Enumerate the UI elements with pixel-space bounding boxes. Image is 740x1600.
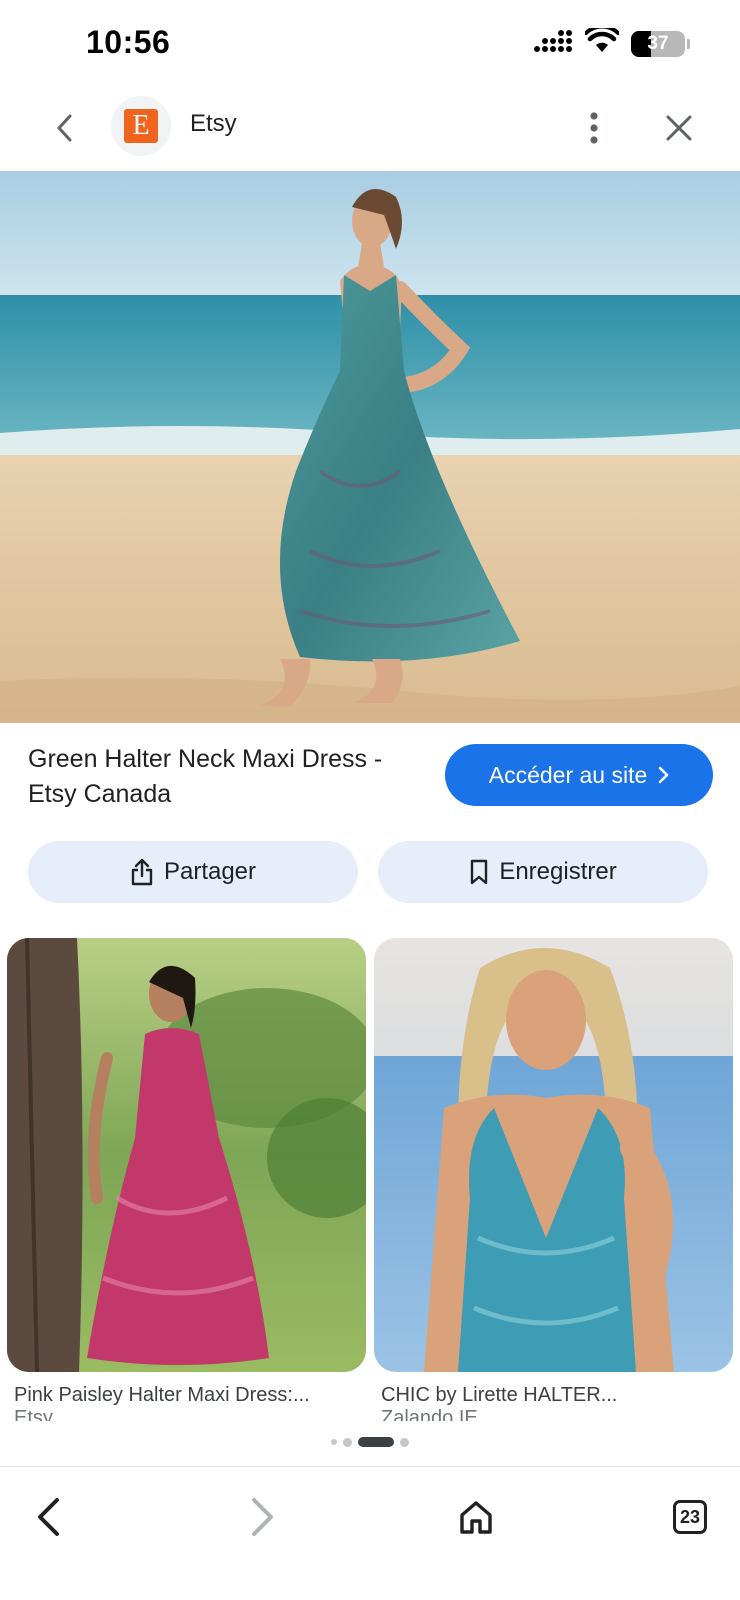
- status-time: 10:56: [86, 24, 171, 60]
- beach-dress-photo: [0, 171, 740, 723]
- nav-tabs-button[interactable]: 23: [660, 1487, 720, 1547]
- battery-nub: [687, 38, 690, 49]
- bookmark-icon: [471, 859, 488, 885]
- wifi-icon: [584, 24, 620, 59]
- result-title[interactable]: Pink Paisley Halter Maxi Dress:...: [7, 1384, 366, 1407]
- save-button[interactable]: Enregistrer: [378, 841, 708, 903]
- more-vert-icon: [590, 112, 598, 144]
- chevron-left-icon: [57, 114, 72, 142]
- pink-dress-photo: [7, 938, 366, 1372]
- result-card[interactable]: Pink Paisley Halter Maxi Dress:... Etsy: [7, 938, 366, 1421]
- save-label: Enregistrer: [499, 858, 617, 885]
- result-card[interactable]: CHIC by Lirette HALTER... Zalando IE: [374, 938, 733, 1421]
- nav-back-button[interactable]: [18, 1487, 78, 1547]
- status-icons: 37: [533, 24, 690, 59]
- share-button[interactable]: Partager: [28, 841, 358, 903]
- result-image[interactable]: [374, 938, 733, 1372]
- battery-label: 37: [647, 32, 669, 54]
- page-dot: [400, 1437, 409, 1447]
- arrow-forward-icon: [252, 1498, 273, 1536]
- site-avatar[interactable]: E: [111, 96, 171, 156]
- page-dot: [343, 1437, 352, 1447]
- site-name[interactable]: Etsy: [190, 110, 237, 138]
- nav-home-button[interactable]: [446, 1487, 506, 1547]
- home-icon: [460, 1501, 492, 1534]
- page-indicator: [0, 1437, 740, 1447]
- page-dot: [331, 1439, 337, 1445]
- result-title[interactable]: CHIC by Lirette HALTER...: [374, 1384, 733, 1407]
- page-dot-active: [358, 1437, 394, 1447]
- top-bar: E Etsy: [0, 90, 740, 170]
- arrow-back-icon: [38, 1498, 59, 1536]
- product-title: Green Halter Neck Maxi Dress - Etsy Cana…: [28, 745, 383, 808]
- more-options-button[interactable]: [574, 106, 614, 150]
- nav-forward-button[interactable]: [233, 1487, 293, 1547]
- blue-dress-photo: [374, 938, 733, 1372]
- status-bar: 10:56 37: [0, 0, 740, 88]
- result-image[interactable]: [7, 938, 366, 1372]
- bottom-nav: 23: [0, 1466, 740, 1600]
- chevron-right-icon: [658, 766, 669, 784]
- signal-icon: [533, 29, 573, 58]
- battery-icon: 37: [631, 30, 685, 57]
- product-image[interactable]: [0, 171, 740, 723]
- visit-site-label: Accéder au site: [488, 761, 648, 788]
- result-source: Zalando IE: [381, 1407, 478, 1421]
- visit-site-button[interactable]: Accéder au site: [445, 744, 713, 806]
- back-button[interactable]: [44, 108, 84, 148]
- etsy-logo-icon: E: [124, 109, 158, 143]
- share-icon: [131, 858, 153, 886]
- tabs-count: 23: [673, 1500, 707, 1534]
- close-icon: [666, 115, 692, 141]
- close-button[interactable]: [657, 106, 701, 150]
- result-source: Etsy: [14, 1407, 53, 1421]
- share-label: Partager: [163, 858, 257, 885]
